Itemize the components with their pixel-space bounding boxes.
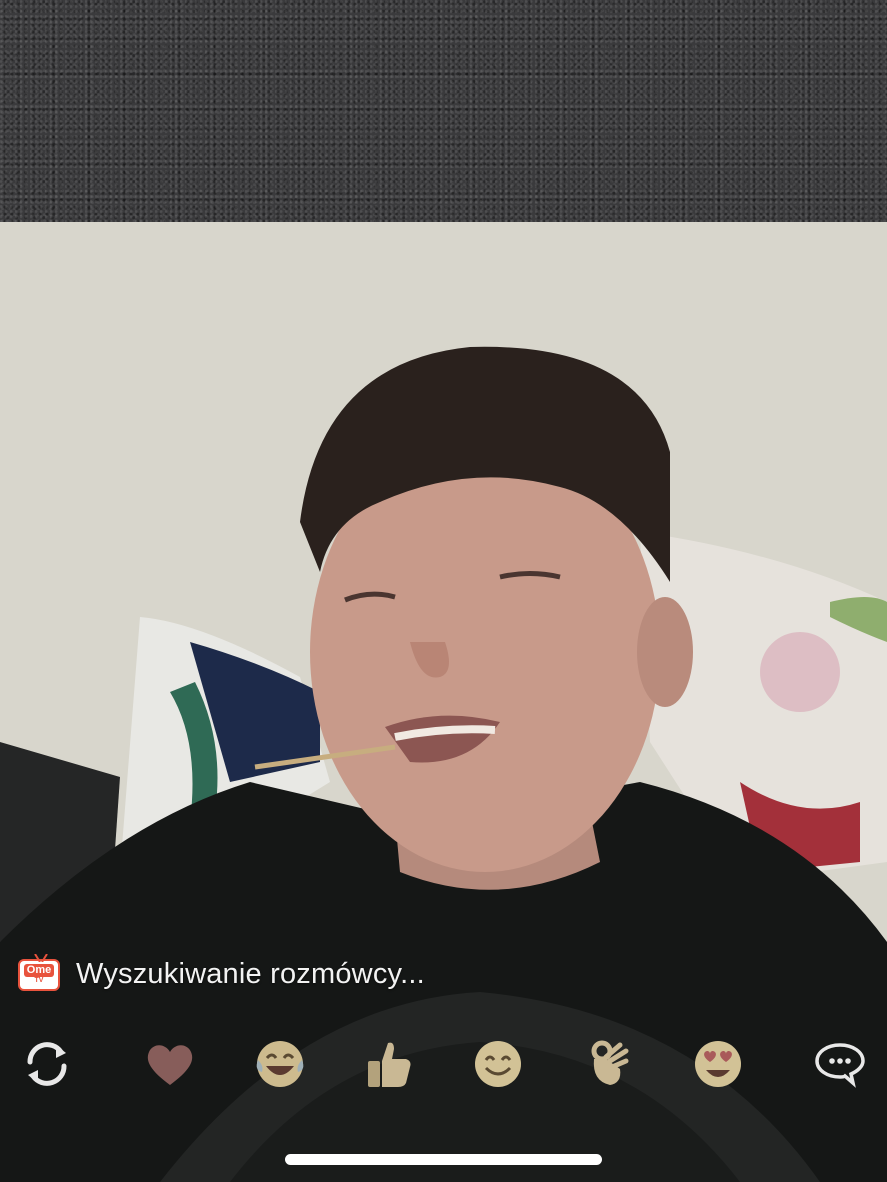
smile-reaction-button[interactable] — [470, 1036, 526, 1092]
remote-video-feed — [0, 0, 887, 222]
chat-bubble-icon — [815, 1043, 865, 1088]
ok-reaction-button[interactable] — [581, 1036, 637, 1092]
like-reaction-button[interactable] — [361, 1036, 417, 1092]
antenna-icon — [34, 953, 48, 962]
reaction-toolbar — [0, 1032, 887, 1096]
heart-eyes-emoji-icon — [695, 1041, 741, 1087]
search-status: Ome TV Wyszukiwanie rozmówcy... — [18, 953, 425, 991]
laughing-reaction-button[interactable] — [252, 1036, 308, 1092]
status-message: Wyszukiwanie rozmówcy... — [76, 958, 425, 990]
thumbs-up-icon — [368, 1042, 411, 1087]
chat-button[interactable] — [812, 1036, 868, 1092]
smile-emoji-icon — [475, 1041, 521, 1087]
ok-hand-icon — [591, 1040, 629, 1085]
next-partner-button[interactable] — [19, 1036, 75, 1092]
heart-icon — [147, 1045, 193, 1085]
ometv-logo: Ome TV — [18, 953, 60, 991]
logo-text: Ome — [23, 964, 55, 977]
love-reaction-button[interactable] — [690, 1036, 746, 1092]
logo-subtext: TV — [34, 977, 44, 984]
laughing-tears-emoji-icon — [256, 1041, 304, 1087]
home-indicator[interactable] — [285, 1154, 602, 1165]
refresh-icon — [27, 1042, 67, 1086]
heart-reaction-button[interactable] — [142, 1036, 198, 1092]
